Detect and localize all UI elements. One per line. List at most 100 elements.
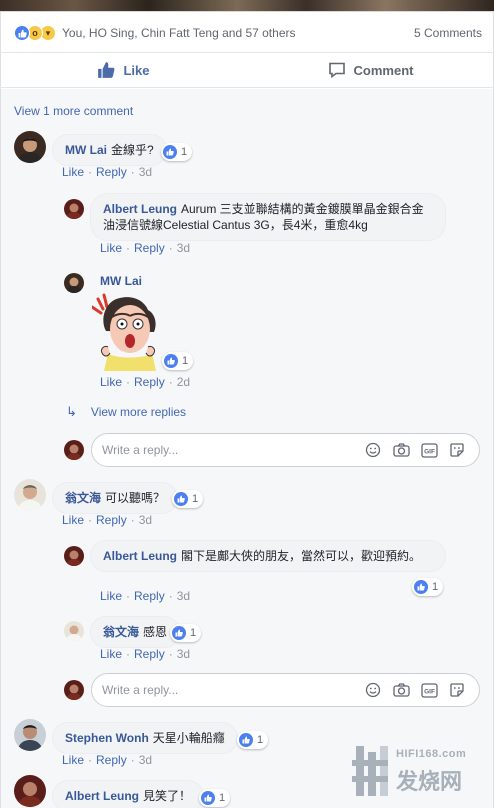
comment-button-label: Comment <box>353 62 414 78</box>
reaction-names[interactable]: You, HO Sing, Chin Fatt Teng and 57 othe… <box>62 26 295 40</box>
timestamp[interactable]: 3d <box>177 241 190 255</box>
reply-author[interactable]: MW Lai <box>100 274 142 288</box>
avatar[interactable] <box>64 273 84 293</box>
like-count: 1 <box>182 355 189 367</box>
reply-link[interactable]: Reply <box>134 589 165 603</box>
avatar[interactable] <box>64 546 84 566</box>
like-icon <box>174 492 188 506</box>
reply-input[interactable] <box>102 683 359 697</box>
comments-count[interactable]: 5 Comments <box>414 26 482 40</box>
view-more-replies-link[interactable]: ↳ View more replies <box>66 404 186 420</box>
comment-bubble: Albert Leung 見笑了！ <box>52 780 205 808</box>
like-button[interactable]: Like <box>0 53 247 87</box>
avatar[interactable] <box>64 199 84 219</box>
like-count-badge[interactable]: 1 <box>161 143 193 161</box>
comment-author[interactable]: Stephen Wonh <box>65 731 149 745</box>
avatar[interactable] <box>64 621 84 641</box>
reply-link[interactable]: Reply <box>134 647 165 661</box>
timestamp[interactable]: 3d <box>177 647 190 661</box>
avatar <box>64 440 84 460</box>
comment-bubble: MW Lai 金線乎? <box>52 134 167 166</box>
timestamp[interactable]: 3d <box>139 165 152 179</box>
comment-meta: Like · Reply · 3d <box>62 753 153 767</box>
reply-input-box[interactable]: GIF <box>91 433 480 467</box>
reply-meta: Like · Reply · 3d <box>100 589 191 603</box>
comment-text: 可以聽嗎？ <box>105 491 166 505</box>
surprised-old-man-sticker[interactable] <box>90 291 172 374</box>
timestamp[interactable]: 2d <box>177 375 190 389</box>
view-more-replies-label: View more replies <box>90 405 187 419</box>
avatar[interactable] <box>14 479 46 511</box>
sticker-icon[interactable] <box>443 442 471 458</box>
reply-author[interactable]: 翁文海 <box>103 625 139 639</box>
like-count: 1 <box>257 734 264 746</box>
reply-input[interactable] <box>102 443 359 457</box>
like-button-label: Like <box>123 62 150 78</box>
like-link[interactable]: Like <box>100 375 122 389</box>
reply-text: 感恩 <box>143 625 168 639</box>
timestamp[interactable]: 3d <box>139 753 152 767</box>
watermark-cn: 发烧网 <box>396 769 463 794</box>
gif-icon[interactable]: GIF <box>415 442 443 458</box>
like-link[interactable]: Like <box>100 647 122 661</box>
reply-input-box[interactable]: GIF <box>91 673 480 707</box>
emoji-icon[interactable] <box>359 682 387 698</box>
like-count-badge[interactable]: 1 <box>162 352 194 370</box>
avatar[interactable] <box>14 775 46 807</box>
like-icon <box>414 580 428 594</box>
speech-bubble-icon <box>328 62 345 79</box>
comment-author[interactable]: Albert Leung <box>65 789 139 803</box>
comment-text: 天星小輪船癮 <box>152 731 225 745</box>
reactions-summary[interactable]: o ▾ You, HO Sing, Chin Fatt Teng and 57 … <box>14 20 484 46</box>
like-count: 1 <box>192 493 199 505</box>
avatar[interactable] <box>14 131 46 163</box>
like-count: 1 <box>432 581 439 593</box>
gif-icon[interactable]: GIF <box>415 682 443 698</box>
timestamp[interactable]: 3d <box>177 589 190 603</box>
like-link[interactable]: Like <box>62 753 84 767</box>
post-actions: Like Comment <box>0 52 494 88</box>
reply-meta: Like · Reply · 3d <box>100 241 191 255</box>
avatar[interactable] <box>14 719 46 751</box>
like-count-badge[interactable]: 1 <box>199 789 231 807</box>
comment-text: 見笑了！ <box>143 789 192 803</box>
reply-bubble: 翁文海 感恩 <box>90 616 181 648</box>
emoji-icon[interactable] <box>359 442 387 458</box>
like-link[interactable]: Like <box>62 513 84 527</box>
reply-meta: Like · Reply · 3d <box>100 647 191 661</box>
sticker-icon[interactable] <box>443 682 471 698</box>
like-link[interactable]: Like <box>62 165 84 179</box>
thumbs-up-icon <box>98 62 115 78</box>
like-link[interactable]: Like <box>100 241 122 255</box>
like-count-badge[interactable]: 1 <box>170 624 202 642</box>
avatar <box>64 680 84 700</box>
post-photo-bottom-edge <box>0 0 494 12</box>
like-link[interactable]: Like <box>100 589 122 603</box>
reply-arrow-icon: ↳ <box>66 404 77 419</box>
timestamp[interactable]: 3d <box>139 513 152 527</box>
reply-link[interactable]: Reply <box>96 753 127 767</box>
view-more-comment-link[interactable]: View 1 more comment <box>14 104 133 118</box>
comment-author[interactable]: MW Lai <box>65 143 107 157</box>
like-count: 1 <box>190 627 197 639</box>
comment-author[interactable]: 翁文海 <box>65 491 101 505</box>
like-count-badge[interactable]: 1 <box>172 490 204 508</box>
reaction-icons[interactable]: o ▾ <box>14 25 56 41</box>
reply-link[interactable]: Reply <box>134 375 165 389</box>
like-icon <box>164 354 178 368</box>
reply-author[interactable]: Albert Leung <box>103 202 177 216</box>
reply-link[interactable]: Reply <box>134 241 165 255</box>
hifi168-watermark: HIFI168.com 发烧网 <box>352 742 492 804</box>
watermark-url: HIFI168.com <box>396 748 467 760</box>
reply-link[interactable]: Reply <box>96 165 127 179</box>
like-count-badge[interactable]: 1 <box>412 578 444 596</box>
camera-icon[interactable] <box>387 682 415 698</box>
camera-icon[interactable] <box>387 442 415 458</box>
comment-button[interactable]: Comment <box>247 53 494 87</box>
like-count-badge[interactable]: 1 <box>237 731 269 749</box>
reply-link[interactable]: Reply <box>96 513 127 527</box>
reply-author[interactable]: Albert Leung <box>103 549 177 563</box>
reply-bubble: Albert Leung Aurum 三支並聯結構的黃金鍍膜單晶金銀合金油浸信號線… <box>90 193 446 241</box>
watermark-logo-icon <box>352 746 388 796</box>
reply-text: 閣下是鄺大俠的朋友，當然可以，歡迎預約。 <box>181 549 422 563</box>
